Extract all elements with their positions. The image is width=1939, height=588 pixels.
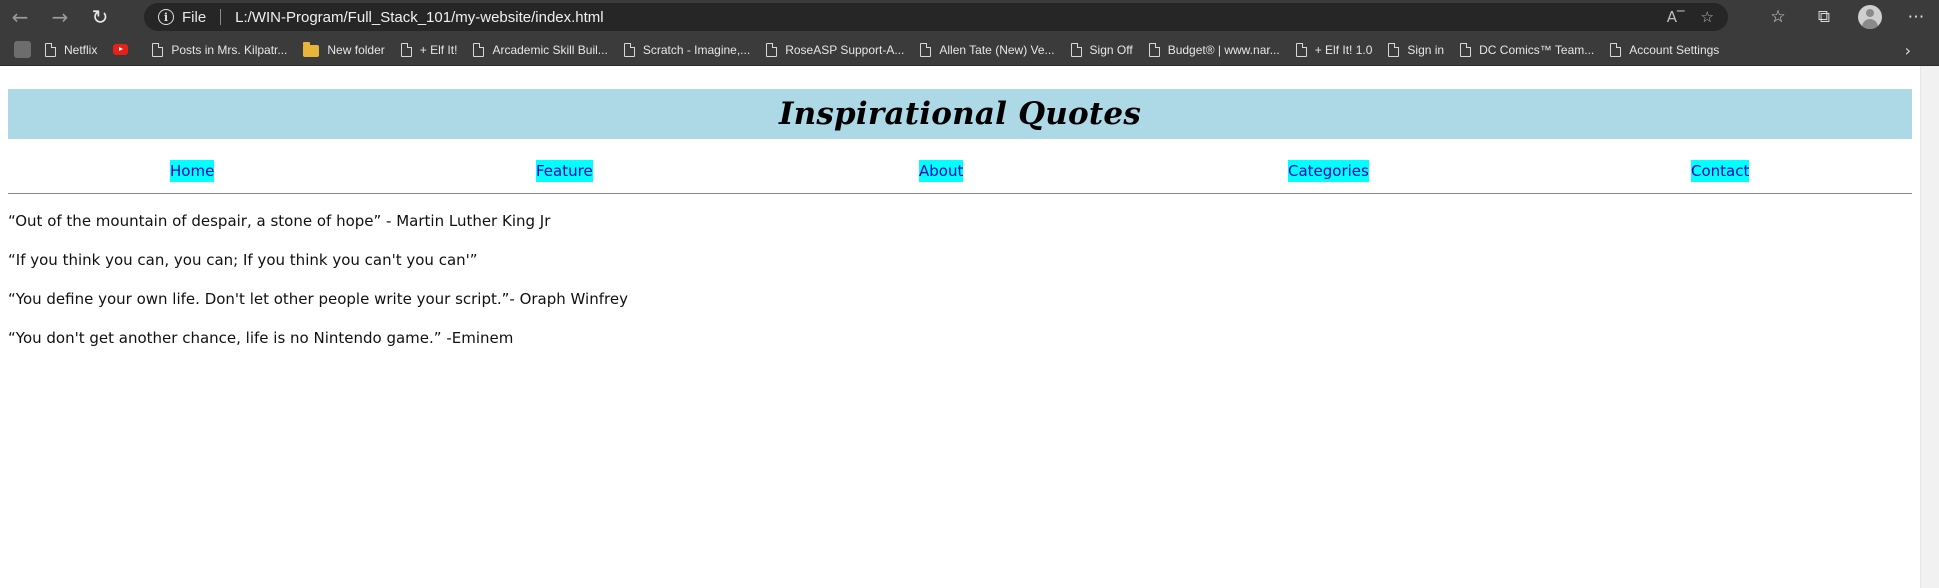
page-header: Inspirational Quotes [8, 89, 1912, 139]
bookmark-label: Scratch - Imagine,... [642, 42, 751, 57]
add-favorite-icon[interactable]: ☆ [1701, 8, 1714, 26]
nav-link-contact[interactable]: Contact [1691, 160, 1750, 182]
bookmark-item[interactable]: Budget® | www.nar... [1148, 42, 1280, 57]
page-icon [623, 42, 635, 57]
url-text[interactable]: L:/WIN-Program/Full_Stack_101/my-website… [235, 9, 603, 26]
page-icon [400, 42, 412, 57]
quote-item: “If you think you can, you can; If you t… [8, 251, 478, 269]
bookmark-item[interactable]: Netflix [45, 42, 98, 57]
bookmarks-bar: Netflix Posts in Mrs. Kilpatr... New folde… [0, 34, 1939, 66]
profile-avatar[interactable] [1847, 0, 1893, 34]
bookmark-item[interactable] [113, 44, 136, 55]
avatar [1858, 5, 1882, 29]
web-page: Inspirational Quotes Home Feature About … [0, 66, 1920, 588]
bookmark-label: Budget® | www.nar... [1167, 42, 1280, 57]
nav-link-feature[interactable]: Feature [536, 160, 593, 182]
bookmark-item[interactable]: Arcademic Skill Buil... [473, 42, 608, 57]
bookmark-item[interactable]: Sign Off [1070, 42, 1133, 57]
page-icon [473, 42, 485, 57]
favorites-icon[interactable]: ☆ [1755, 0, 1801, 34]
youtube-icon [113, 44, 129, 55]
bookmark-item[interactable]: Posts in Mrs. Kilpatr... [152, 42, 288, 57]
apps-icon[interactable] [14, 41, 31, 58]
page-icon [45, 42, 56, 57]
bookmark-label: + Elf It! 1.0 [1314, 42, 1373, 57]
bookmark-label: New folder [327, 42, 385, 57]
toolbar-actions: ☆ ⧉ ⋯ [1755, 0, 1939, 34]
page-title: Inspirational Quotes [778, 96, 1142, 132]
bookmark-item[interactable]: + Elf It! [400, 42, 458, 57]
address-bar[interactable]: i File L:/WIN-Program/Full_Stack_101/my-… [144, 3, 1728, 31]
forward-arrow-icon[interactable]: → [40, 0, 80, 34]
back-arrow-icon[interactable]: ← [0, 0, 40, 34]
folder-icon [303, 41, 320, 57]
collections-icon[interactable]: ⧉ [1801, 0, 1847, 34]
page-icon [1295, 42, 1307, 57]
bookmark-item[interactable]: RoseASP Support-A... [766, 42, 905, 57]
bookmark-label: Arcademic Skill Buil... [492, 42, 608, 57]
bookmark-label: Posts in Mrs. Kilpatr... [171, 42, 288, 57]
address-actions: A‾ ☆ [1667, 3, 1714, 31]
page-icon [1388, 42, 1400, 57]
bookmark-label: DC Comics™ Team... [1479, 42, 1595, 57]
bookmark-item[interactable]: Allen Tate (New) Ve... [920, 42, 1055, 57]
bookmark-item[interactable]: Account Settings [1610, 42, 1720, 57]
page-icon [1610, 42, 1622, 57]
bookmark-label: Netflix [64, 42, 98, 57]
site-info-icon[interactable]: i [158, 9, 174, 25]
chevron-right-icon[interactable]: › [1905, 34, 1911, 66]
refresh-icon[interactable]: ↻ [80, 0, 120, 34]
bookmark-label: Allen Tate (New) Ve... [939, 42, 1055, 57]
bookmark-label: RoseASP Support-A... [785, 42, 905, 57]
quote-item: “Out of the mountain of despair, a stone… [8, 212, 551, 230]
page-icon [920, 42, 932, 57]
page-icon [1148, 42, 1160, 57]
read-aloud-icon[interactable]: A‾ [1667, 8, 1685, 26]
scheme-label: File [182, 8, 207, 26]
bookmark-label: Sign Off [1089, 42, 1133, 57]
bookmark-item[interactable]: DC Comics™ Team... [1460, 42, 1595, 57]
bookmark-label: Account Settings [1629, 42, 1720, 57]
nav-link-categories[interactable]: Categories [1288, 160, 1369, 182]
nav-link-about[interactable]: About [919, 160, 964, 182]
scrollbar[interactable] [1920, 66, 1939, 588]
quote-item: “You don't get another chance, life is n… [8, 329, 514, 347]
address-divider [220, 9, 222, 25]
page-icon [766, 42, 778, 57]
browser-toolbar: ← → ↻ i File L:/WIN-Program/Full_Stack_1… [0, 0, 1939, 34]
page-icon [1460, 42, 1472, 57]
page-icon [1070, 42, 1082, 57]
bookmark-item[interactable]: Sign in [1388, 42, 1445, 57]
bookmark-item[interactable]: + Elf It! 1.0 [1295, 42, 1373, 57]
page-icon [152, 42, 164, 57]
quote-list: “Out of the mountain of despair, a stone… [8, 211, 628, 367]
bookmark-list: Netflix Posts in Mrs. Kilpatr... New folde… [45, 41, 1735, 57]
nav-link-home[interactable]: Home [170, 160, 215, 182]
more-options-icon[interactable]: ⋯ [1893, 0, 1939, 34]
nav-bar: Home Feature About Categories Contact [8, 160, 1912, 182]
quote-item: “You define your own life. Don't let oth… [8, 290, 628, 308]
bookmark-item[interactable]: New folder [303, 41, 385, 57]
bookmark-item[interactable]: Scratch - Imagine,... [623, 42, 751, 57]
bookmark-label: Sign in [1407, 42, 1445, 57]
divider [8, 193, 1912, 194]
bookmark-label: + Elf It! [419, 42, 458, 57]
